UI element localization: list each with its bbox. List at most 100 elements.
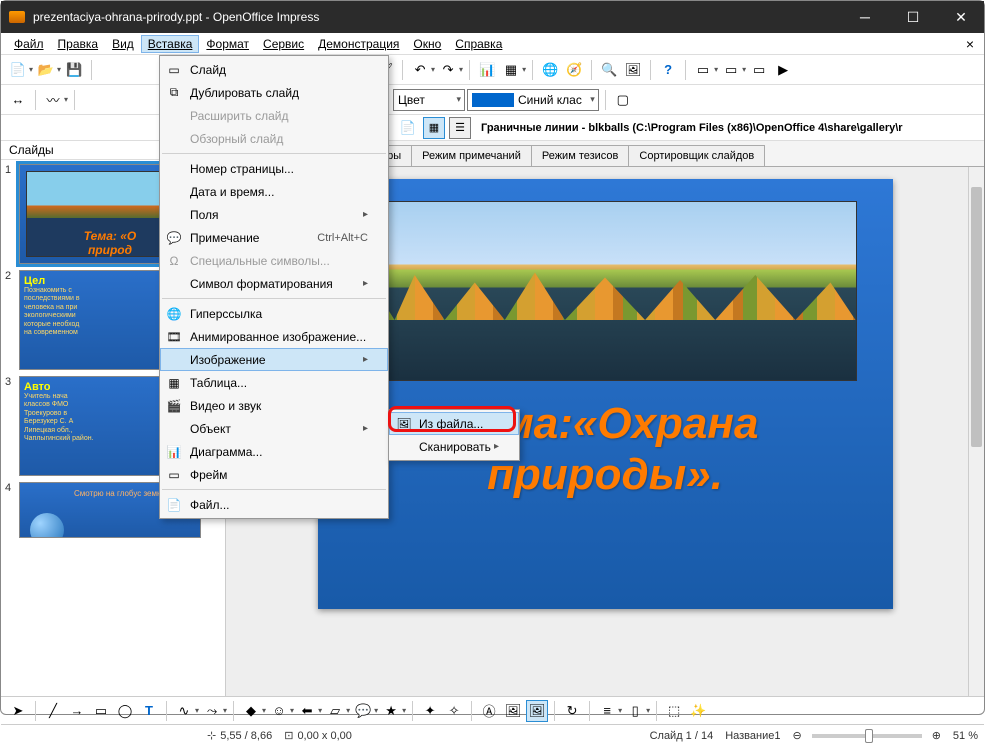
master-icon[interactable]: ▭ — [720, 59, 742, 81]
arrow-style-icon[interactable]: ↔ — [7, 89, 29, 111]
from-file-icon[interactable]: 🖼 — [502, 700, 524, 722]
gallery-list-view-icon[interactable]: ☰ — [449, 117, 471, 139]
status-slide: Слайд 1 / 14 — [650, 730, 714, 742]
gallery-toggle-icon[interactable]: 🖼 — [526, 700, 548, 722]
mi-slide[interactable]: ▭Слайд — [160, 58, 388, 81]
mi-animated-image[interactable]: 🎞Анимированное изображение... — [160, 325, 388, 348]
maximize-button[interactable]: ☐ — [898, 9, 928, 26]
anim-image-icon: 🎞 — [165, 328, 183, 346]
extrusion-icon[interactable]: ⬚ — [663, 700, 685, 722]
shadow-icon[interactable]: ▢ — [612, 89, 634, 111]
mi-frame[interactable]: ▭Фрейм — [160, 463, 388, 486]
mi-hyperlink[interactable]: 🌐Гиперссылка — [160, 302, 388, 325]
line-tool-icon[interactable]: ╱ — [42, 700, 64, 722]
slide-icon: ▭ — [165, 61, 183, 79]
curve-tool-icon[interactable]: ∿ — [173, 700, 195, 722]
minimize-button[interactable]: ─ — [850, 9, 880, 26]
gallery-icon[interactable]: 🖼 — [622, 59, 644, 81]
flowchart-icon[interactable]: ▱ — [324, 700, 346, 722]
align-icon[interactable]: ≡ — [596, 700, 618, 722]
presentation-icon[interactable]: ▶ — [772, 59, 794, 81]
mi-date-time[interactable]: Дата и время... — [160, 180, 388, 203]
mi-summary-slide: Обзорный слайд — [160, 127, 388, 150]
fill-color-combo[interactable]: Синий клас — [467, 89, 599, 111]
undo-icon[interactable]: ↶ — [409, 59, 431, 81]
connector-tool-icon[interactable]: ⤳ — [201, 700, 223, 722]
rotate-icon[interactable]: ↻ — [561, 700, 583, 722]
ellipse-tool-icon[interactable]: ◯ — [114, 700, 136, 722]
mi-chart[interactable]: 📊Диаграмма... — [160, 440, 388, 463]
status-size: 0,00 x 0,00 — [297, 730, 351, 742]
basic-shapes-icon[interactable]: ◆ — [240, 700, 262, 722]
new-theme-icon[interactable]: 📄 — [397, 117, 419, 139]
line-style-icon[interactable]: 〰 — [42, 89, 64, 111]
gallery-icons-view-icon[interactable]: ▦ — [423, 117, 445, 139]
zoom-icon[interactable]: 🔍 — [598, 59, 620, 81]
mi-table[interactable]: ▦Таблица... — [160, 371, 388, 394]
window-title: prezentaciya-ohrana-prirody.ppt - OpenOf… — [33, 10, 319, 24]
menu-help[interactable]: Справка — [448, 35, 509, 53]
layout-icon[interactable]: ▭ — [748, 59, 770, 81]
save-icon[interactable]: 💾 — [63, 59, 85, 81]
current-slide[interactable]: Тема:«Охранаприроды». — [318, 179, 893, 609]
help-icon[interactable]: ? — [657, 59, 679, 81]
chart-icon[interactable]: 📊 — [476, 59, 498, 81]
document-close-icon[interactable]: × — [962, 36, 978, 52]
fontwork-icon[interactable]: Ⓐ — [478, 700, 500, 722]
standard-toolbar: 📄▾ 📂▾ 💾 📋 🖌 ↶▾ ↷▾ 📊 ▦▾ 🌐 🧭 🔍 🖼 ? ▭▾ ▭▾ ▭… — [1, 55, 984, 85]
fill-type-combo[interactable]: Цвет — [393, 89, 465, 111]
rect-tool-icon[interactable]: ▭ — [90, 700, 112, 722]
mi-image[interactable]: Изображение▸ — [160, 348, 388, 371]
zoom-in-icon[interactable]: ⊕ — [932, 729, 941, 742]
hyperlink-icon[interactable]: 🌐 — [539, 59, 561, 81]
points-icon[interactable]: ✦ — [419, 700, 441, 722]
mi-format-mark[interactable]: Символ форматирования▸ — [160, 272, 388, 295]
symbol-shapes-icon[interactable]: ☺ — [268, 700, 290, 722]
glue-icon[interactable]: ✧ — [443, 700, 465, 722]
mi-file[interactable]: 📄Файл... — [160, 493, 388, 516]
menu-edit[interactable]: Правка — [51, 35, 106, 53]
mi-comment[interactable]: 💬ПримечаниеCtrl+Alt+C — [160, 226, 388, 249]
animation-icon[interactable]: ✨ — [687, 700, 709, 722]
navigator-icon[interactable]: 🧭 — [563, 59, 585, 81]
menu-insert[interactable]: Вставка — [141, 35, 200, 53]
mi-object[interactable]: Объект▸ — [160, 417, 388, 440]
vertical-scrollbar[interactable] — [968, 167, 984, 696]
zoom-out-icon[interactable]: ⊖ — [792, 729, 801, 742]
open-icon[interactable]: 📂 — [35, 59, 57, 81]
menu-tools[interactable]: Сервис — [256, 35, 311, 53]
frame-icon: ▭ — [165, 466, 183, 484]
text-tool-icon[interactable]: T — [138, 700, 160, 722]
close-button[interactable]: ✕ — [946, 9, 976, 26]
slide-image — [354, 201, 857, 381]
block-arrows-icon[interactable]: ⬅ — [296, 700, 318, 722]
menu-file[interactable]: Файл — [7, 35, 51, 53]
menu-slideshow[interactable]: Демонстрация — [311, 35, 406, 53]
redo-icon[interactable]: ↷ — [437, 59, 459, 81]
file-icon: 📄 — [165, 496, 183, 514]
new-doc-icon[interactable]: 📄 — [7, 59, 29, 81]
stars-icon[interactable]: ★ — [380, 700, 402, 722]
table-icon[interactable]: ▦ — [500, 59, 522, 81]
callouts-icon[interactable]: 💬 — [352, 700, 374, 722]
hyperlink-icon: 🌐 — [165, 305, 183, 323]
status-zoom[interactable]: 51 % — [953, 730, 978, 742]
tab-notes[interactable]: Режим примечаний — [411, 145, 532, 167]
mi-scan[interactable]: Сканировать▸ — [389, 435, 519, 458]
mi-page-number[interactable]: Номер страницы... — [160, 157, 388, 180]
mi-from-file[interactable]: 🖼Из файла... — [389, 412, 519, 435]
arrange-icon[interactable]: ▯ — [624, 700, 646, 722]
zoom-slider[interactable] — [812, 734, 922, 738]
mi-movie-sound[interactable]: 🎬Видео и звук — [160, 394, 388, 417]
menu-view[interactable]: Вид — [105, 35, 141, 53]
menu-window[interactable]: Окно — [406, 35, 448, 53]
slide-icon[interactable]: ▭ — [692, 59, 714, 81]
mi-duplicate-slide[interactable]: ⧉Дублировать слайд — [160, 81, 388, 104]
arrow-tool-icon[interactable]: → — [66, 700, 88, 722]
menu-format[interactable]: Формат — [199, 35, 256, 53]
tab-handout[interactable]: Режим тезисов — [531, 145, 630, 167]
app-icon — [9, 11, 25, 23]
select-tool-icon[interactable]: ➤ — [7, 700, 29, 722]
mi-fields[interactable]: Поля▸ — [160, 203, 388, 226]
tab-sorter[interactable]: Сортировщик слайдов — [628, 145, 765, 167]
